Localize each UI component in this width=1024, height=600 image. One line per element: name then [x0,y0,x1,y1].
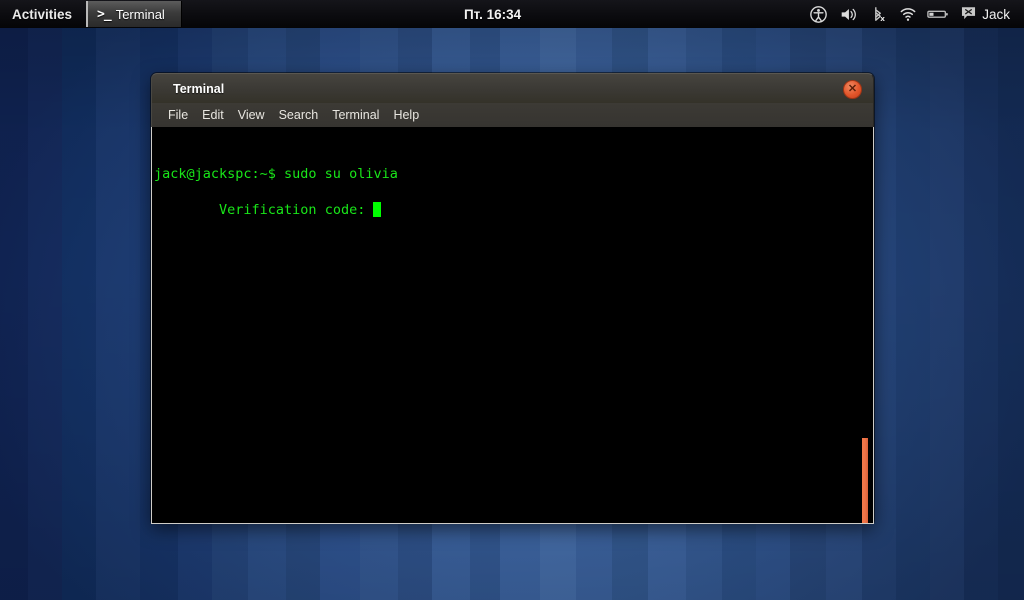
menu-item-edit[interactable]: Edit [196,106,230,124]
taskbar-item-terminal[interactable]: >_ Terminal [86,1,182,27]
window-titlebar[interactable]: Terminal ✕ [151,73,874,103]
terminal-output: jack@jackspc:~$ sudo su olivia Verificat… [154,129,857,237]
svg-text:x: x [880,14,885,23]
user-menu[interactable]: Jack [953,6,1016,23]
accessibility-icon[interactable] [803,0,833,28]
clock-area[interactable]: Пт. 16:34 [182,0,803,28]
menu-item-file[interactable]: File [162,106,194,124]
terminal-line-prompt: jack@jackspc:~$ sudo su olivia [154,166,398,182]
terminal-line-input-wrap: Verification code: [219,202,382,218]
activities-label: Activities [12,6,73,22]
desktop-screen: Activities >_ Terminal Пт. 16:34 x Jack … [0,0,1024,600]
terminal-window[interactable]: Terminal ✕ File Edit View Search Termina… [151,73,874,524]
clock-label: Пт. 16:34 [463,6,522,22]
terminal-scrollbar-thumb[interactable] [862,438,868,523]
close-icon: ✕ [847,83,858,95]
terminal-cursor [373,202,382,217]
menu-bar: File Edit View Search Terminal Help [151,103,874,127]
top-panel: Activities >_ Terminal Пт. 16:34 x Jack [0,0,1024,28]
terminal-line-input: Verification code: [219,202,374,218]
volume-icon[interactable] [833,0,863,28]
menu-item-help[interactable]: Help [387,106,425,124]
user-name-label: Jack [982,6,1010,22]
window-title-label: Terminal [173,81,225,96]
taskbar: >_ Terminal [86,0,182,28]
terminal-body[interactable]: jack@jackspc:~$ sudo su olivia Verificat… [151,127,874,524]
close-window-button[interactable]: ✕ [843,80,862,99]
terminal-scrollbar[interactable] [860,127,873,523]
menu-item-terminal[interactable]: Terminal [326,106,385,124]
activities-button[interactable]: Activities [0,0,86,28]
message-user-icon [961,6,976,23]
wifi-icon[interactable] [893,0,923,28]
bluetooth-disabled-icon[interactable]: x [863,0,893,28]
terminal-prompt-icon: >_ [97,6,112,22]
menu-item-search[interactable]: Search [273,106,325,124]
menu-item-view[interactable]: View [232,106,271,124]
system-tray: x Jack [803,0,1024,28]
battery-icon[interactable] [923,0,953,28]
taskbar-item-label: Terminal [115,6,165,22]
